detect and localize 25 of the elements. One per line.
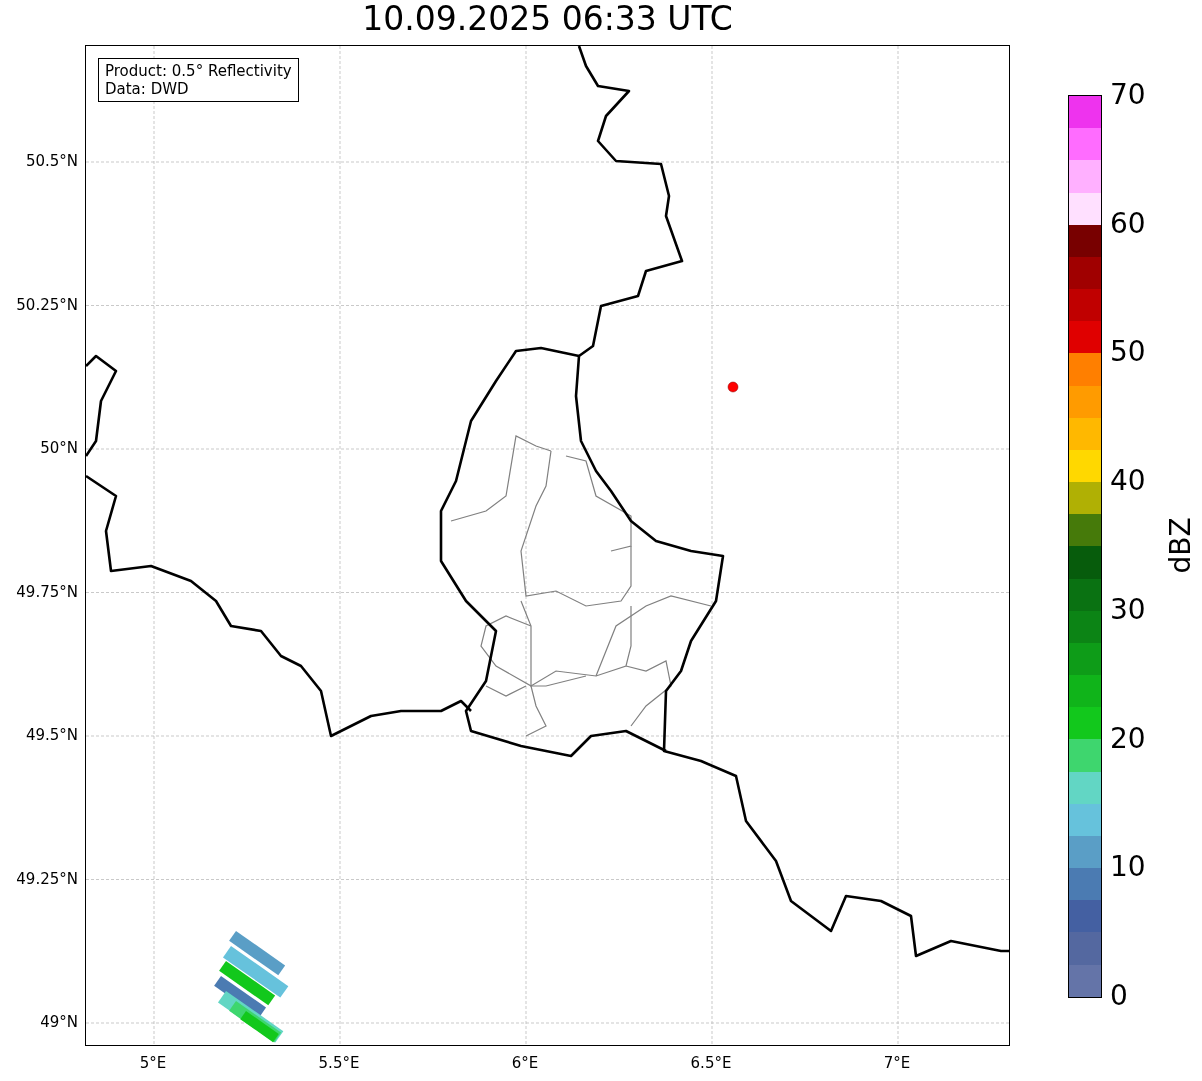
latitude-label: 49°N — [40, 1013, 78, 1031]
colorbar-tick-label: 70 — [1110, 80, 1146, 110]
longitude-label: 5.5°E — [318, 1054, 360, 1072]
longitude-label: 6.5°E — [690, 1054, 732, 1072]
colorbar-tick-label: 30 — [1110, 594, 1146, 625]
latitude-label: 49.5°N — [25, 726, 78, 744]
colorbar-tick-label: 60 — [1110, 208, 1146, 239]
latitude-label: 50.5°N — [25, 152, 78, 170]
colorbar-tick-label: 40 — [1110, 466, 1146, 497]
longitude-label: 5°E — [139, 1054, 167, 1072]
longitude-label: 6°E — [511, 1054, 539, 1072]
latitude-label: 50°N — [40, 439, 78, 457]
colorbar-tick-label: 10 — [1110, 852, 1146, 883]
location-dot-icon — [727, 381, 739, 393]
info-text: Product: 0.5° Reflectivity — [105, 62, 292, 80]
colorbar-label: dBZ — [1163, 517, 1197, 574]
chart-title: 10.09.2025 06:33 UTC — [362, 0, 733, 38]
latitude-label: 49.25°N — [16, 869, 78, 888]
colorbar-tick-label: 0 — [1110, 981, 1128, 1011]
longitude-label: 7°E — [883, 1054, 911, 1072]
latitude-label: 50.25°N — [16, 295, 78, 314]
latitude-label: 49.75°N — [16, 582, 78, 601]
colorbar-tick-label: 50 — [1110, 337, 1146, 368]
colorbar-tick-label: 20 — [1110, 723, 1146, 754]
info-text: Data: DWD — [105, 80, 190, 98]
